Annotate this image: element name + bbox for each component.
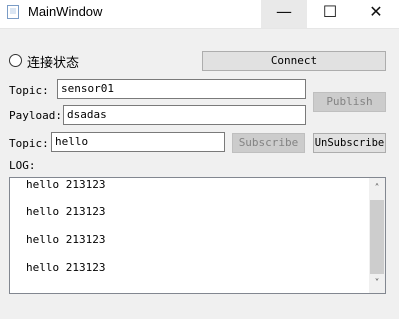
main-window: MainWindow — ☐ ✕ 连接状态 Connect Topic: sen… xyxy=(0,0,399,319)
publish-button[interactable]: Publish xyxy=(313,92,386,112)
maximize-button[interactable]: ☐ xyxy=(307,0,353,28)
subscribe-topic-label: Topic: xyxy=(9,137,49,150)
chevron-down-icon[interactable]: ˅ xyxy=(369,275,385,292)
minimize-button[interactable]: — xyxy=(261,0,307,28)
title-bar[interactable]: MainWindow — ☐ ✕ xyxy=(0,0,399,29)
publish-topic-input[interactable]: sensor01 xyxy=(57,79,306,99)
radio-circle-icon[interactable] xyxy=(9,54,22,67)
log-label: LOG: xyxy=(9,159,36,172)
log-line: hello 213123 xyxy=(26,178,106,191)
log-line: hello 213123 xyxy=(26,261,106,274)
unsubscribe-button[interactable]: UnSubscribe xyxy=(313,133,386,153)
window-title: MainWindow xyxy=(28,4,103,19)
publish-topic-label: Topic: xyxy=(9,84,49,97)
subscribe-button[interactable]: Subscribe xyxy=(232,133,305,153)
log-line: hello 213123 xyxy=(26,205,106,218)
log-line: hello 213123 xyxy=(26,233,106,246)
connect-button[interactable]: Connect xyxy=(202,51,386,71)
payload-input[interactable]: dsadas xyxy=(63,105,306,125)
close-button[interactable]: ✕ xyxy=(353,0,399,28)
log-textarea[interactable]: hello 213123 hello 213123 hello 213123 h… xyxy=(9,177,386,294)
chevron-up-icon[interactable]: ˄ xyxy=(369,180,385,197)
window-icon xyxy=(7,5,19,19)
subscribe-topic-input[interactable]: hello xyxy=(51,132,225,152)
log-scrollbar[interactable]: ˄ ˅ xyxy=(369,178,385,293)
connection-status-label: 连接状态 xyxy=(27,56,80,71)
payload-label: Payload: xyxy=(9,109,62,122)
scroll-thumb[interactable] xyxy=(370,200,384,274)
